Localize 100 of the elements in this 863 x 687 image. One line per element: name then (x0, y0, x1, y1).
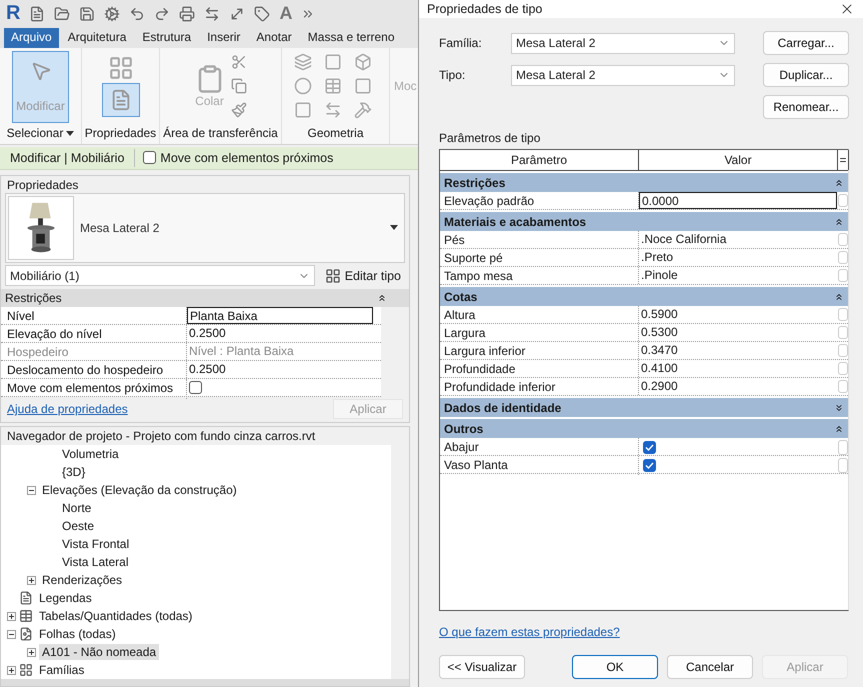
dialog-button[interactable]: Cancelar (667, 655, 753, 679)
checkbox[interactable] (643, 441, 656, 454)
parameter-name: Suporte pé (440, 249, 639, 266)
collapse-icon[interactable] (834, 424, 844, 434)
parameter-value[interactable]: .Noce California (639, 231, 837, 248)
caret-icon[interactable] (66, 130, 74, 136)
checkbox[interactable] (643, 459, 656, 472)
side-button[interactable]: Duplicar... (763, 63, 849, 87)
properties-button[interactable] (102, 83, 140, 118)
parameter-value[interactable]: 0.4100 (639, 360, 837, 377)
panel-title: Propriedades (6, 176, 80, 193)
parameter-name: Profundidade inferior (440, 378, 639, 395)
tree-item[interactable]: Folhas (todas) (36, 626, 119, 642)
collapse-icon[interactable] (377, 292, 387, 303)
ribbon-tab[interactable]: Inserir (200, 28, 248, 48)
expand-icon[interactable] (834, 402, 844, 412)
folder-icon[interactable] (54, 6, 70, 22)
tree-item[interactable]: {3D} (59, 464, 88, 480)
expand-toggle[interactable] (7, 612, 16, 620)
tree-item[interactable]: Famílias (36, 662, 88, 678)
parameter-value[interactable]: 0.2900 (639, 378, 837, 395)
group-label: Restrições (444, 176, 506, 190)
filter-dropdown[interactable]: Mobiliário (1) (5, 265, 315, 286)
panel-label: Área de transferência (163, 126, 278, 140)
tree-item[interactable]: Elevações (Elevação da construção) (39, 482, 240, 498)
group-label: Cotas (444, 290, 478, 304)
printer-icon[interactable] (179, 6, 196, 22)
gear-icon[interactable] (104, 6, 120, 22)
tree-item[interactable]: Vista Frontal (59, 536, 132, 552)
property-name: Deslocamento do hospedeiro (1, 360, 187, 378)
property-name: Hospedeiro (1, 342, 187, 360)
tree-item[interactable]: Renderizações (39, 572, 126, 588)
collapse-icon[interactable] (834, 216, 844, 226)
ribbon-tab[interactable]: Arquivo (4, 28, 59, 48)
property-value[interactable]: 0.2500 (187, 360, 373, 378)
type-name: Mesa Lateral 2 (80, 220, 160, 235)
column-header: = (838, 150, 849, 170)
help-link[interactable]: O que fazem estas propriedades? (439, 625, 620, 639)
tree-item[interactable]: Legendas (36, 590, 95, 606)
parameter-value[interactable]: 0.3470 (639, 342, 837, 359)
ribbon-tab[interactable]: Arquitetura (60, 28, 134, 48)
expand-toggle[interactable] (27, 576, 36, 584)
expand-toggle[interactable] (27, 648, 36, 656)
parameter-value[interactable]: .Pinole (639, 267, 837, 284)
collapse-icon[interactable] (834, 178, 844, 188)
tree-item[interactable]: A101 - Não nomeada (39, 644, 160, 660)
tree-item[interactable]: Norte (59, 500, 94, 516)
parameter-value[interactable]: 0.5300 (639, 324, 837, 341)
parameter-name: Abajur (440, 438, 639, 457)
section-label: Parâmetros de tipo (439, 130, 542, 147)
collapse-icon[interactable] (834, 292, 844, 302)
dialog-button[interactable]: OK (572, 655, 658, 679)
checkbox[interactable] (189, 380, 202, 394)
dimension-icon[interactable] (229, 6, 246, 22)
side-button[interactable]: Renomear... (763, 95, 849, 119)
copy-icon[interactable] (230, 78, 246, 94)
panel-label: Geometria (307, 126, 364, 140)
undo-icon[interactable] (129, 6, 146, 22)
help-link[interactable]: Ajuda de propriedades (7, 402, 128, 416)
tree-item[interactable]: Tabelas/Quantidades (todas) (36, 608, 196, 624)
save-icon[interactable] (79, 6, 96, 22)
collapse-toggle[interactable] (7, 630, 16, 638)
collapse-toggle[interactable] (27, 486, 36, 494)
edit-type-button[interactable]: Editar tipo (320, 268, 405, 284)
app-logo[interactable]: R (6, 2, 20, 26)
tree-item[interactable]: Vista Lateral (59, 554, 132, 570)
tree-item[interactable]: Volumetria (59, 446, 122, 462)
ribbon-tab[interactable]: Estrutura (135, 28, 198, 48)
expand-toggle[interactable] (7, 666, 16, 674)
tree-item[interactable]: Oeste (59, 518, 98, 534)
context-title: Modificar | Mobiliário (0, 148, 136, 167)
parameter-name: Altura (440, 306, 639, 323)
dropdown-icon[interactable] (390, 225, 398, 230)
type-selector[interactable]: Mesa Lateral 2 (5, 192, 405, 263)
side-button[interactable]: Carregar... (763, 31, 849, 55)
dialog-title: Propriedades de tipo (427, 2, 542, 16)
parameter-name: Elevação padrão (440, 192, 639, 209)
ribbon-tab[interactable]: Anotar (249, 28, 299, 48)
document-icon[interactable] (29, 6, 46, 22)
property-value[interactable]: 0.2500 (187, 324, 373, 342)
tag-icon[interactable] (254, 6, 270, 22)
group-label: Dados de identidade (444, 400, 562, 414)
brush-icon[interactable] (230, 102, 246, 118)
measure-icon[interactable] (204, 6, 220, 22)
redo-icon[interactable] (154, 6, 170, 22)
type-dropdown[interactable]: Mesa Lateral 2 (511, 32, 735, 54)
group-label: Materiais e acabamentos (444, 214, 586, 228)
parameter-value[interactable]: 0.5900 (639, 306, 837, 323)
checkbox[interactable] (143, 151, 156, 164)
type-dropdown[interactable]: Mesa Lateral 2 (511, 64, 735, 86)
property-value[interactable]: Planta Baixa (187, 306, 373, 324)
ribbon-tab[interactable]: Massa e terreno (300, 28, 402, 48)
dialog-button[interactable]: << Visualizar (439, 655, 525, 679)
parameter-value[interactable]: .Preto (639, 249, 837, 266)
parameter-name: Largura inferior (440, 342, 639, 359)
parameter-value[interactable]: 0.0000 (639, 192, 837, 209)
schedule-icon (19, 609, 33, 623)
text-tool[interactable]: A (279, 3, 292, 24)
panel-label: Selecionar (6, 126, 64, 140)
scissors-icon[interactable] (230, 54, 246, 70)
